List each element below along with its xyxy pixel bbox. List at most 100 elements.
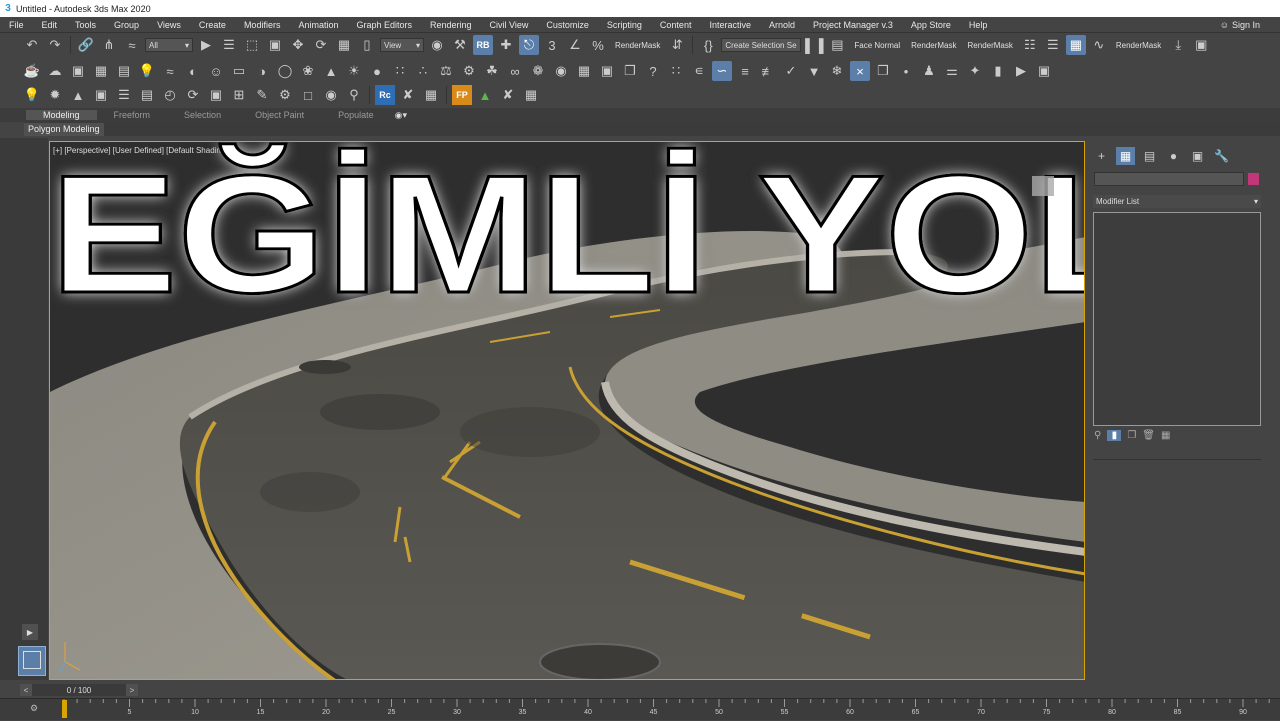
remove-modifier-icon[interactable]: 🗑 [1142,430,1155,441]
menu-animation[interactable]: Animation [289,20,347,30]
panel-icon[interactable]: ▤ [114,61,134,81]
rendermask-label-3[interactable]: RenderMask [964,41,1017,50]
fp-button[interactable]: FP [452,85,472,105]
ring-icon[interactable]: ◯ [275,61,295,81]
lamp-icon[interactable]: ⚲ [344,85,364,105]
particles-icon[interactable]: ∴ [413,61,433,81]
modify-tab-icon[interactable]: ▦ [1116,147,1135,165]
rc-button[interactable]: Rc [375,85,395,105]
snap-toggle-icon[interactable]: ⎋ [519,35,539,55]
keyboard-shortcut-icon[interactable]: ✚ [496,35,516,55]
capsule-icon[interactable]: ⚌ [942,61,962,81]
time-slider-value[interactable]: 0 / 100 [32,684,126,696]
film-play-icon[interactable]: ▶ [1011,61,1031,81]
dot-icon[interactable]: • [896,61,916,81]
table-icon[interactable]: ▦ [421,85,441,105]
rb-button[interactable]: RB [473,35,493,55]
menu-customize[interactable]: Customize [537,20,598,30]
material-editor-icon[interactable]: ▦ [574,61,594,81]
menu-project-manager[interactable]: Project Manager v.3 [804,20,902,30]
curve-tool-icon[interactable]: ∽ [712,61,732,81]
placement-icon[interactable]: ▯ [357,35,377,55]
face-normal-label[interactable]: Face Normal [850,41,904,50]
wave-icon[interactable]: ≈ [160,61,180,81]
grid-dots-icon[interactable]: ∷ [390,61,410,81]
configure-modifier-sets-icon[interactable]: ▦ [1161,430,1170,441]
ribbon-tab-populate[interactable]: Populate [321,110,391,120]
angle-snap-icon[interactable]: ∠ [565,35,585,55]
render-setup-icon[interactable]: ▣ [597,61,617,81]
ribbon-toggle-icon[interactable]: ▦ [1065,35,1086,55]
menu-help[interactable]: Help [960,20,997,30]
menu-app-store[interactable]: App Store [902,20,960,30]
landscape-icon[interactable]: ▲ [68,85,88,105]
display-tab-icon[interactable]: ▣ [1188,147,1207,165]
light-bulb-icon[interactable]: 💡 [137,61,157,81]
motion-tab-icon[interactable]: ● [1164,147,1183,165]
brush-icon[interactable]: ✎ [252,85,272,105]
people-icon[interactable]: ☺ [206,61,226,81]
globe-icon[interactable]: ◉ [551,61,571,81]
vertex-snap-icon[interactable]: ≡ [735,61,755,81]
grid-table-icon[interactable]: ▦ [521,85,541,105]
unlink-icon[interactable]: ⋔ [99,35,119,55]
current-frame-marker[interactable] [62,700,67,718]
sparkle-icon[interactable]: ✦ [965,61,985,81]
lasso-icon[interactable]: ∞ [505,61,525,81]
scale-icon[interactable]: ▦ [334,35,354,55]
grass-icon[interactable]: ☘ [482,61,502,81]
link-icon[interactable]: 🔗 [76,35,96,55]
menu-modifiers[interactable]: Modifiers [235,20,290,30]
menu-content[interactable]: Content [651,20,701,30]
shirt-icon[interactable]: ♟ [919,61,939,81]
plane-icon[interactable]: ▭ [229,61,249,81]
perspective-viewport[interactable]: [+] [Perspective] [User Defined] [Defaul… [49,141,1085,680]
frame-icon[interactable]: ▣ [206,85,226,105]
move-icon[interactable]: ✥ [288,35,308,55]
bulb-icon[interactable]: 💡 [22,85,42,105]
create-tab-icon[interactable]: + [1092,147,1111,165]
wrench-icon[interactable]: ✘ [498,85,518,105]
eye-icon[interactable]: ◉ [321,85,341,105]
viewcube-icon[interactable] [1032,176,1054,196]
expand-arrow-icon[interactable]: ▶ [22,624,38,640]
refresh-icon[interactable]: ⟳ [183,85,203,105]
percent-snap-icon[interactable]: % [588,35,608,55]
teapot-icon[interactable]: ☕ [22,61,42,81]
plus-box-icon[interactable]: ⊞ [229,85,249,105]
menu-civil-view[interactable]: Civil View [481,20,538,30]
align-icon[interactable]: ▤ [827,35,847,55]
help-icon[interactable]: ? [643,61,663,81]
copy-icon[interactable]: ❐ [620,61,640,81]
flask-icon[interactable]: ⚖ [436,61,456,81]
mirror-icon[interactable]: ▌▐ [804,35,824,55]
layer-explorer-icon[interactable]: ☰ [1043,35,1063,55]
photo-icon[interactable]: ▣ [91,85,111,105]
settings-icon[interactable]: ⚙ [275,85,295,105]
viewport-layout-button[interactable] [18,646,46,676]
filter-funnel-icon[interactable]: ▼ [804,61,824,81]
gear-icon[interactable]: ⚙ [459,61,479,81]
select-object-icon[interactable]: ▶ [196,35,216,55]
menu-tools[interactable]: Tools [66,20,105,30]
rectangular-selection-icon[interactable]: ⬚ [242,35,262,55]
cone-icon[interactable]: ▲ [321,61,341,81]
window-crossing-icon[interactable]: ▣ [265,35,285,55]
sphere-light-icon[interactable]: ● [367,61,387,81]
track-bar[interactable]: 051015202530354045505560657075808590 [0,698,1280,720]
shell-icon[interactable]: ❁ [528,61,548,81]
square-icon[interactable]: □ [298,85,318,105]
next-frame-icon[interactable]: > [126,684,138,696]
texture-icon[interactable]: ▦ [91,61,111,81]
ribbon-tab-object-paint[interactable]: Object Paint [238,110,321,120]
clock-icon[interactable]: ◴ [160,85,180,105]
ribbon-tab-freeform[interactable]: Freeform [97,110,168,120]
spinner-snap-icon[interactable]: ⇵ [667,35,687,55]
sign-in-button[interactable]: ☺ Sign In [1220,17,1260,33]
menu-graph-editors[interactable]: Graph Editors [347,20,421,30]
menu-edit[interactable]: Edit [33,20,67,30]
list-icon[interactable]: ☰ [114,85,134,105]
box-stack-icon[interactable]: ❐ [873,61,893,81]
curve-editor-icon[interactable]: ∿ [1089,35,1109,55]
reference-coordinate-dropdown[interactable]: View ▾ [380,38,424,52]
